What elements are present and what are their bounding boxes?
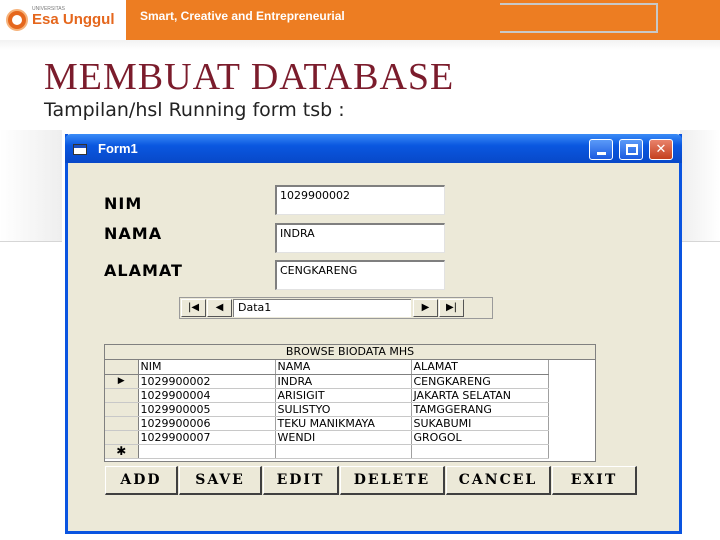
column-header-nim[interactable]: NIM — [138, 360, 276, 375]
logo-text: Esa Unggul — [32, 11, 115, 28]
data-control: |◀ ◀ Data1 ▶ ▶| — [179, 297, 493, 319]
form-window: Form1 ✕ NIM 1029900002 NAMA INDRA ALAMAT… — [65, 134, 682, 534]
left-decoration — [0, 130, 62, 242]
cell-nama[interactable]: INDRA — [275, 374, 412, 389]
cell-nama[interactable]: SULISTYO — [275, 402, 412, 417]
row-selector[interactable] — [105, 388, 139, 403]
window-title: Form1 — [98, 141, 138, 156]
data-control-caption: Data1 — [233, 299, 411, 317]
grid-caption: BROWSE BIODATA MHS — [105, 345, 595, 360]
cell-alamat[interactable]: GROGOL — [411, 430, 549, 445]
table-row[interactable]: ▶ 1029900002 INDRA CENGKARENG — [105, 374, 549, 389]
cell-alamat[interactable] — [411, 444, 549, 459]
cell-alamat[interactable]: TAMGGERANG — [411, 402, 549, 417]
row-selector[interactable] — [105, 402, 139, 417]
header-shadow — [0, 40, 720, 50]
biodata-grid[interactable]: BROWSE BIODATA MHS NIM NAMA ALAMAT ▶ 102… — [104, 344, 596, 462]
cell-nama[interactable] — [275, 444, 412, 459]
minimize-icon — [597, 152, 606, 155]
table-row[interactable]: 1029900007 WENDI GROGOL — [105, 430, 549, 445]
current-row-icon[interactable]: ▶ — [105, 374, 139, 389]
table-row[interactable]: 1029900004 ARISIGIT JAKARTA SELATAN — [105, 388, 549, 403]
form-window-icon — [73, 144, 87, 155]
slide-title: MEMBUAT DATABASE — [44, 56, 455, 98]
maximize-button[interactable] — [619, 139, 643, 160]
new-row-icon[interactable]: ✱ — [105, 444, 139, 459]
alamat-label: ALAMAT — [104, 261, 183, 280]
next-record-icon: ▶ — [421, 302, 430, 313]
table-row[interactable]: 1029900005 SULISTYO TAMGGERANG — [105, 402, 549, 417]
row-selector-header — [105, 360, 139, 375]
nim-field[interactable]: 1029900002 — [275, 185, 445, 215]
table-row[interactable]: 1029900006 TEKU MANIKMAYA SUKABUMI — [105, 416, 549, 431]
row-selector[interactable] — [105, 416, 139, 431]
grid-table: NIM NAMA ALAMAT ▶ 1029900002 INDRA CENGK… — [105, 360, 549, 459]
banner-decoration — [500, 3, 658, 33]
cell-nim[interactable] — [138, 444, 276, 459]
cancel-button[interactable]: CANCEL — [446, 466, 551, 495]
cell-alamat[interactable]: JAKARTA SELATAN — [411, 388, 549, 403]
delete-button[interactable]: DELETE — [340, 466, 445, 495]
minimize-button[interactable] — [589, 139, 613, 160]
cell-nama[interactable]: TEKU MANIKMAYA — [275, 416, 412, 431]
move-first-button[interactable]: |◀ — [181, 299, 206, 317]
row-selector[interactable] — [105, 430, 139, 445]
nama-label: NAMA — [104, 224, 163, 243]
cell-nim[interactable]: 1029900005 — [138, 402, 276, 417]
exit-button[interactable]: EXIT — [552, 466, 637, 495]
close-icon: ✕ — [655, 142, 667, 157]
cell-nim[interactable]: 1029900006 — [138, 416, 276, 431]
nim-label: NIM — [104, 194, 143, 213]
move-last-button[interactable]: ▶| — [439, 299, 464, 317]
maximize-icon — [626, 144, 638, 155]
nama-field[interactable]: INDRA — [275, 223, 445, 253]
tagline: Smart, Creative and Entrepreneurial — [140, 9, 345, 23]
column-header-nama[interactable]: NAMA — [275, 360, 412, 375]
cell-nim[interactable]: 1029900007 — [138, 430, 276, 445]
cell-nim[interactable]: 1029900002 — [138, 374, 276, 389]
logo-box: UNIVERSITAS Esa Unggul — [0, 0, 128, 40]
cell-alamat[interactable]: CENGKARENG — [411, 374, 549, 389]
add-button[interactable]: ADD — [105, 466, 178, 495]
close-button[interactable]: ✕ — [649, 139, 673, 160]
first-record-icon: |◀ — [187, 302, 200, 313]
cell-nama[interactable]: ARISIGIT — [275, 388, 412, 403]
university-logo-icon — [6, 9, 28, 31]
alamat-field[interactable]: CENGKARENG — [275, 260, 445, 290]
window-titlebar[interactable]: Form1 ✕ — [65, 134, 682, 163]
move-previous-button[interactable]: ◀ — [207, 299, 232, 317]
slide-subtitle: Tampilan/hsl Running form tsb : — [44, 99, 345, 121]
grid-header-row: NIM NAMA ALAMAT — [105, 360, 549, 375]
edit-button[interactable]: EDIT — [263, 466, 339, 495]
move-next-button[interactable]: ▶ — [413, 299, 438, 317]
cell-alamat[interactable]: SUKABUMI — [411, 416, 549, 431]
right-decoration — [680, 130, 720, 242]
cell-nama[interactable]: WENDI — [275, 430, 412, 445]
header-banner: UNIVERSITAS Esa Unggul Smart, Creative a… — [0, 0, 720, 40]
new-row[interactable]: ✱ — [105, 444, 549, 459]
cell-nim[interactable]: 1029900004 — [138, 388, 276, 403]
last-record-icon: ▶| — [445, 302, 458, 313]
save-button[interactable]: SAVE — [179, 466, 262, 495]
previous-record-icon: ◀ — [215, 302, 224, 313]
column-header-alamat[interactable]: ALAMAT — [411, 360, 549, 375]
